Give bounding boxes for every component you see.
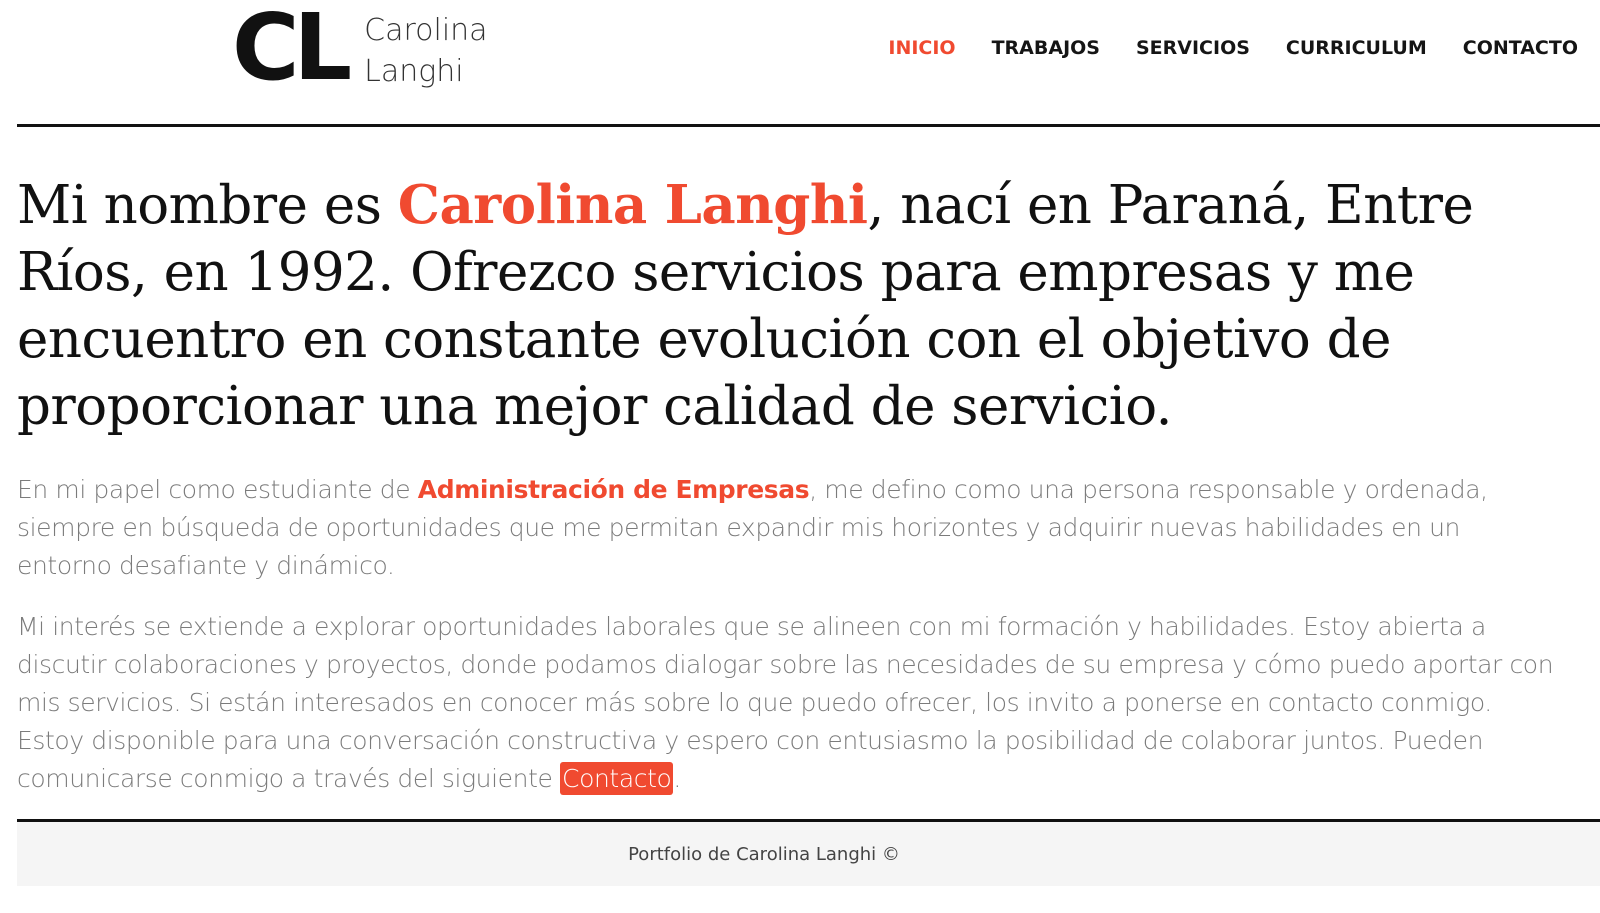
intro-name: Carolina Langhi (397, 174, 868, 236)
site-logo[interactable]: CL Carolina Langhi (232, 2, 488, 94)
nav-item-servicios[interactable]: SERVICIOS (1136, 34, 1250, 62)
logo-mark: CL (232, 0, 352, 101)
header-divider (17, 124, 1600, 127)
logo-first-name: Carolina (364, 13, 488, 48)
nav-item-curriculum[interactable]: CURRICULUM (1286, 34, 1427, 62)
interest-text: Mi interés se extiende a explorar oportu… (17, 612, 1554, 793)
contact-link[interactable]: Contacto (560, 762, 674, 795)
interest-end: . (673, 764, 681, 793)
logo-name: Carolina Langhi (364, 10, 487, 92)
nav-item-trabajos[interactable]: TRABAJOS (992, 34, 1100, 62)
interest-paragraph: Mi interés se extiende a explorar oportu… (17, 608, 1562, 798)
nav-item-inicio[interactable]: INICIO (888, 34, 955, 62)
intro-prefix: Mi nombre es (17, 175, 398, 236)
site-footer: Portfolio de Carolina Langhi © (17, 822, 1600, 886)
intro-heading: Mi nombre es Carolina Langhi, nací en Pa… (17, 172, 1517, 440)
nav-item-contacto[interactable]: CONTACTO (1463, 34, 1578, 62)
footer-text: Portfolio de Carolina Langhi © (628, 843, 900, 865)
about-highlight: Administración de Empresas (417, 475, 810, 504)
main-nav: INICIO TRABAJOS SERVICIOS CURRICULUM CON… (888, 34, 1578, 62)
site-header: CL Carolina Langhi INICIO TRABAJOS SERVI… (0, 0, 1600, 126)
logo-last-name: Langhi (364, 54, 464, 89)
about-paragraph: En mi papel como estudiante de Administr… (17, 471, 1562, 585)
about-prefix: En mi papel como estudiante de (17, 475, 418, 504)
